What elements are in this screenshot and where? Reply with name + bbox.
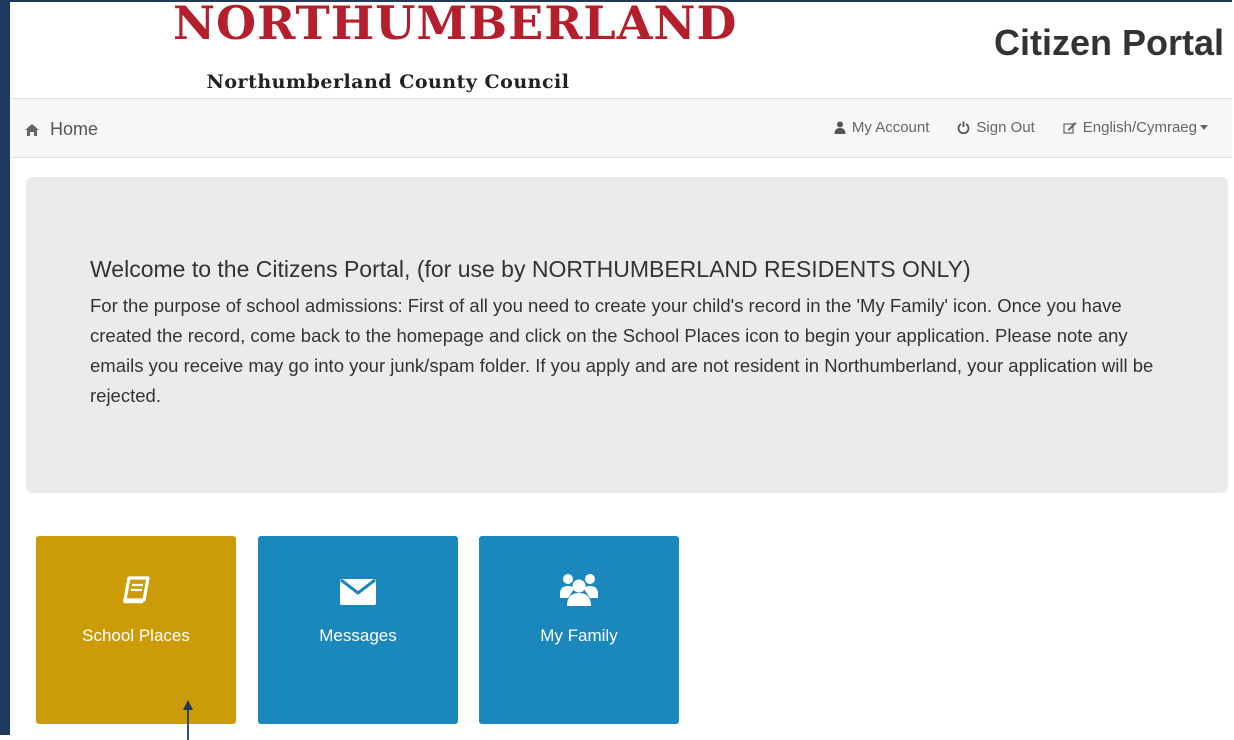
chevron-down-icon xyxy=(1200,125,1208,130)
language-dropdown[interactable]: English/Cymraeg xyxy=(1063,119,1208,136)
page-title: Citizen Portal xyxy=(993,22,1224,63)
nav-home-link[interactable]: Home xyxy=(24,119,98,140)
nav-right-menu: My Account Sign Out English/Cymraeg xyxy=(806,119,1208,136)
page: NORTHUMBERLAND Northumberland County Cou… xyxy=(10,0,1232,740)
user-icon xyxy=(834,121,846,134)
school-places-tile[interactable]: School Places xyxy=(36,536,236,724)
nav-home-label: Home xyxy=(50,119,99,139)
language-label: English/Cymraeg xyxy=(1082,119,1197,136)
users-icon xyxy=(560,574,598,606)
logo-wordmark: NORTHUMBERLAND xyxy=(173,0,738,50)
messages-tile[interactable]: Messages xyxy=(258,536,458,724)
tile-label: School Places xyxy=(82,626,190,645)
sign-out-label: Sign Out xyxy=(976,119,1035,136)
edit-icon xyxy=(1063,122,1077,134)
my-account-label: My Account xyxy=(851,119,930,136)
my-family-tile[interactable]: My Family xyxy=(479,536,679,724)
logo-subtitle: Northumberland County Council xyxy=(206,71,570,93)
council-logo[interactable]: NORTHUMBERLAND Northumberland County Cou… xyxy=(173,0,738,100)
my-account-link[interactable]: My Account xyxy=(834,119,930,136)
envelope-icon xyxy=(340,578,376,605)
welcome-text: For the purpose of school admissions: Fi… xyxy=(90,295,1154,406)
home-icon xyxy=(25,123,39,136)
pointer-arrow-annotation xyxy=(183,700,193,740)
power-icon xyxy=(958,121,970,134)
welcome-panel: Welcome to the Citizens Portal, (for use… xyxy=(26,177,1228,493)
tile-label: My Family xyxy=(540,626,618,645)
sign-out-link[interactable]: Sign Out xyxy=(957,119,1035,136)
welcome-heading: Welcome to the Citizens Portal, (for use… xyxy=(90,256,971,282)
navbar: Home My Account Sign Out English/Cymraeg xyxy=(10,98,1232,158)
book-icon xyxy=(123,576,150,604)
tile-label: Messages xyxy=(319,626,397,645)
